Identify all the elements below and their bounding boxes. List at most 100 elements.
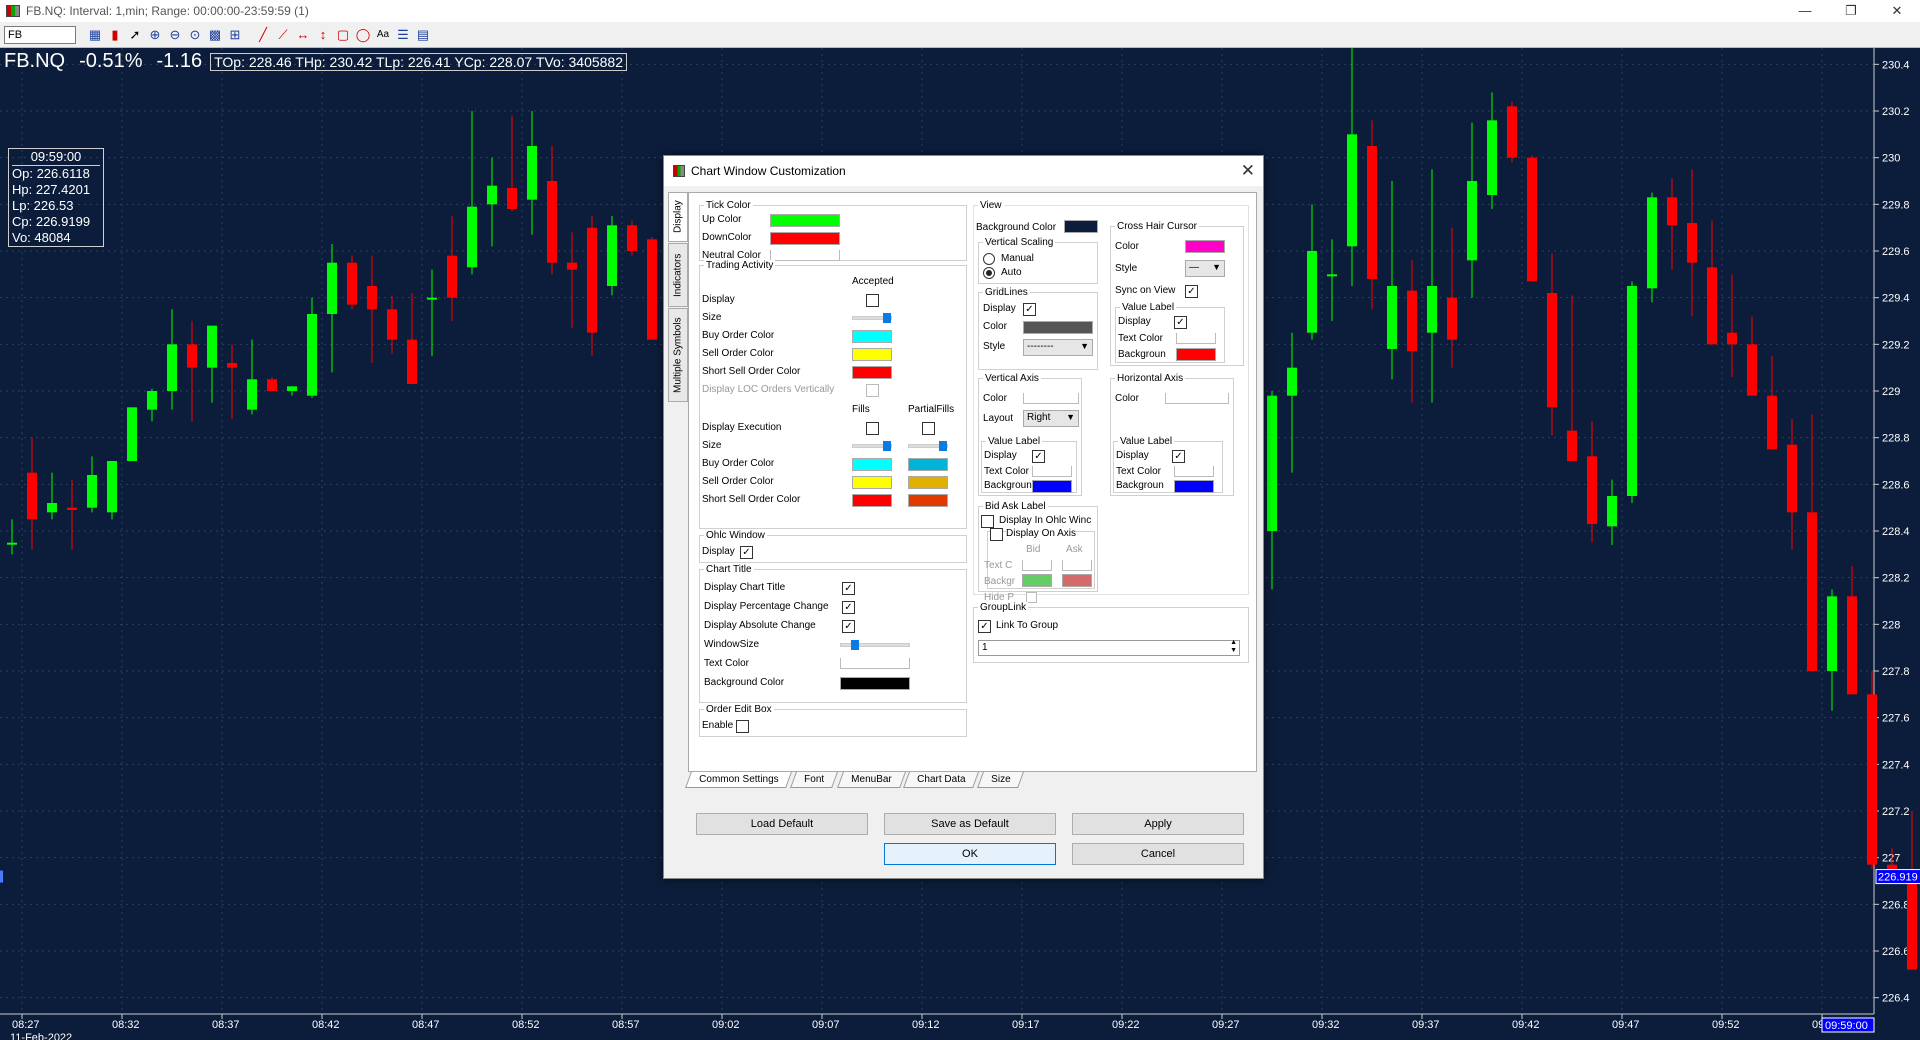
ch-color-swatch[interactable] (1185, 240, 1225, 253)
grid-color-swatch[interactable] (1023, 321, 1093, 334)
trend-line-icon[interactable]: ╱ (254, 26, 272, 44)
text-tool-icon[interactable]: Aa (374, 26, 392, 44)
ray-line-icon[interactable]: ⟋ (274, 26, 292, 44)
calendar-icon[interactable]: ▦ (86, 26, 104, 44)
manual-radio[interactable] (983, 253, 995, 265)
va-layout-dropdown[interactable]: Right ▼ (1023, 410, 1079, 427)
minimize-button[interactable]: — (1782, 0, 1828, 22)
apply-button[interactable]: Apply (1072, 813, 1244, 835)
ha-text-color-swatch[interactable] (1174, 466, 1214, 477)
display-chart-title-checkbox[interactable]: ✓ (842, 582, 855, 595)
up-color-swatch[interactable] (770, 214, 840, 227)
view-title: View (978, 200, 1004, 211)
tab-multiple-symbols[interactable]: Multiple Symbols (668, 308, 688, 402)
ha-display-checkbox[interactable]: ✓ (1172, 450, 1185, 463)
tab-common-settings[interactable]: Common Settings (685, 772, 793, 788)
va-display-checkbox[interactable]: ✓ (1032, 450, 1045, 463)
va-background-swatch[interactable] (1032, 480, 1072, 493)
ch-display-checkbox[interactable]: ✓ (1174, 316, 1187, 329)
ta-short-swatch[interactable] (852, 366, 892, 379)
ta-sell-swatch[interactable] (852, 348, 892, 361)
x-tick-label: 08:27 (12, 1019, 40, 1031)
zoom-fit-icon[interactable]: ⊙ (186, 26, 204, 44)
partial-sell-swatch[interactable] (908, 476, 948, 489)
partial-buy-swatch[interactable] (908, 458, 948, 471)
grid-style-dropdown[interactable]: -------- ▼ (1023, 339, 1093, 356)
bid-ask-ohlc-checkbox[interactable] (981, 515, 994, 528)
restore-button[interactable]: ❐ (1828, 0, 1874, 22)
ellipse-icon[interactable]: ◯ (354, 26, 372, 44)
display-abs-checkbox[interactable]: ✓ (842, 620, 855, 633)
ask-text-swatch[interactable] (1062, 560, 1092, 571)
symbol-input[interactable] (4, 25, 76, 44)
ha-background-swatch[interactable] (1174, 480, 1214, 493)
fills-sell-swatch[interactable] (852, 476, 892, 489)
vertical-line-icon[interactable]: ↕ (314, 26, 332, 44)
ta-buy-swatch[interactable] (852, 330, 892, 343)
bid-text-swatch[interactable] (1022, 560, 1052, 571)
fills-buy-swatch[interactable] (852, 458, 892, 471)
auto-radio[interactable] (983, 267, 995, 279)
loc-checkbox[interactable] (866, 384, 879, 397)
ask-background-swatch[interactable] (1062, 574, 1092, 587)
exec-fills-checkbox[interactable] (866, 422, 879, 435)
candle-body (607, 225, 617, 286)
add-icon[interactable]: ⊞ (226, 26, 244, 44)
neutral-color-swatch[interactable] (770, 250, 840, 261)
link-to-group-checkbox[interactable]: ✓ (978, 620, 991, 633)
exec-partial-checkbox[interactable] (922, 422, 935, 435)
group-number-stepper[interactable]: 1 ▲ ▼ (978, 639, 1240, 656)
zoom-out-icon[interactable]: ⊖ (166, 26, 184, 44)
tab-chart-data[interactable]: Chart Data (903, 772, 980, 788)
close-window-button[interactable]: ✕ (1874, 0, 1920, 22)
dialog-close-button[interactable]: ✕ (1241, 161, 1255, 181)
rectangle-icon[interactable]: ▢ (334, 26, 352, 44)
grid-display-checkbox[interactable]: ✓ (1023, 303, 1036, 316)
title-bg-color-swatch[interactable] (840, 677, 910, 690)
save-as-default-button[interactable]: Save as Default (884, 813, 1056, 835)
title-text-color-swatch[interactable] (840, 658, 910, 669)
va-color-swatch[interactable] (1023, 393, 1079, 404)
fills-short-swatch[interactable] (852, 494, 892, 507)
tab-display[interactable]: Display (668, 192, 688, 242)
partial-short-swatch[interactable] (908, 494, 948, 507)
up-color-label: Up Color (702, 214, 742, 225)
fills-size-slider[interactable] (852, 441, 892, 451)
chart-style-icon[interactable]: ▩ (206, 26, 224, 44)
cancel-button[interactable]: Cancel (1072, 843, 1244, 865)
ch-background-swatch[interactable] (1176, 348, 1216, 361)
horizontal-line-icon[interactable]: ↔ (294, 26, 312, 44)
ha-color-swatch[interactable] (1165, 393, 1229, 404)
sync-on-view-checkbox[interactable]: ✓ (1185, 285, 1198, 298)
candle-body (1867, 694, 1877, 865)
ok-button[interactable]: OK (884, 843, 1056, 865)
ta-display-checkbox[interactable] (866, 294, 879, 307)
down-color-swatch[interactable] (770, 232, 840, 245)
display-pct-checkbox[interactable]: ✓ (842, 601, 855, 614)
bid-background-swatch[interactable] (1022, 574, 1052, 587)
partial-size-slider[interactable] (908, 441, 948, 451)
view-bg-color-swatch[interactable] (1064, 220, 1098, 233)
zoom-in-icon[interactable]: ⊕ (146, 26, 164, 44)
x-tick-label: 08:42 (312, 1019, 340, 1031)
ta-size-slider[interactable] (852, 313, 892, 323)
order-edit-enable-checkbox[interactable] (736, 720, 749, 733)
layout-icon[interactable]: ▤ (414, 26, 432, 44)
tab-menubar[interactable]: MenuBar (836, 772, 905, 788)
ch-text-color-swatch[interactable] (1176, 333, 1216, 344)
trading-activity-group: Trading Activity Accepted Display Size B… (699, 260, 967, 529)
display-on-axis-checkbox[interactable] (990, 528, 1003, 541)
tab-indicators[interactable]: Indicators (668, 243, 688, 307)
tab-font[interactable]: Font (790, 772, 839, 788)
ohlc-display-checkbox[interactable]: ✓ (740, 546, 753, 559)
candle-body (427, 297, 437, 300)
va-text-color-swatch[interactable] (1032, 466, 1072, 477)
load-default-button[interactable]: Load Default (696, 813, 868, 835)
ch-style-dropdown[interactable]: — ▼ (1185, 260, 1225, 277)
window-size-slider[interactable] (840, 640, 910, 650)
candlestick-icon[interactable]: ▮ (106, 26, 124, 44)
pointer-icon[interactable]: ➚ (126, 26, 144, 44)
tab-size[interactable]: Size (977, 772, 1025, 788)
table-icon[interactable]: ☰ (394, 26, 412, 44)
display-exec-label: Display Execution (702, 422, 782, 433)
